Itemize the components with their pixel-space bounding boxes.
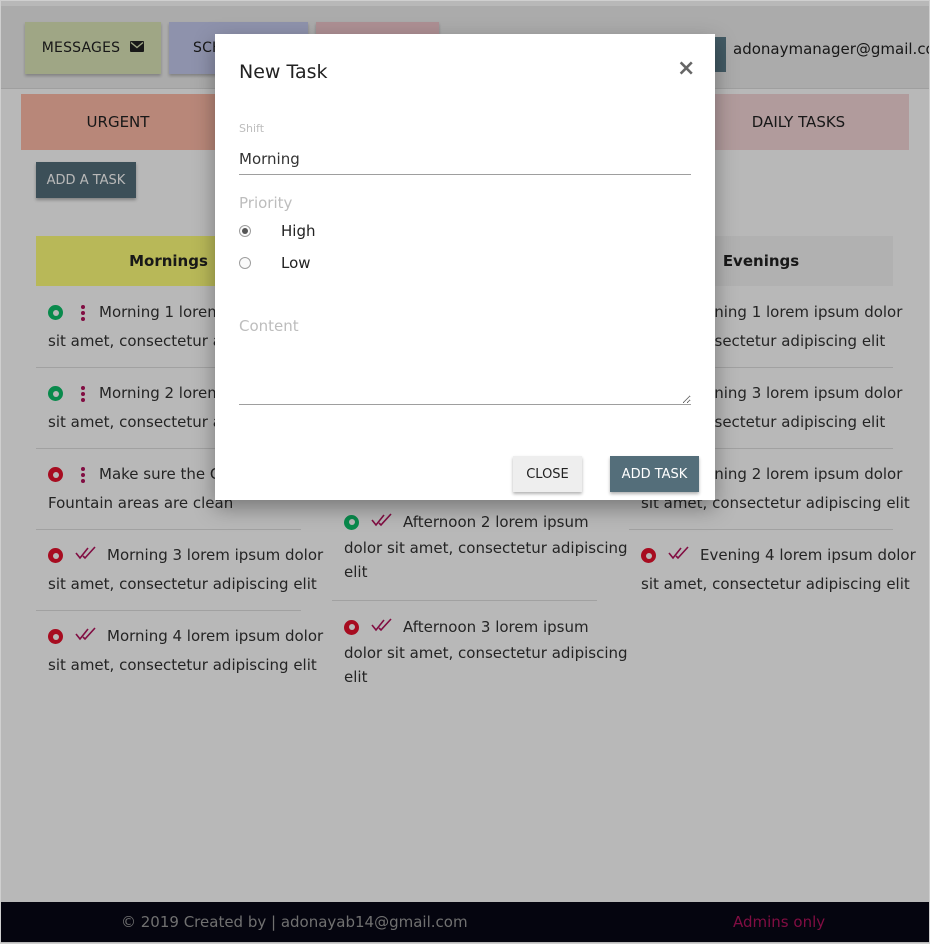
content-label: Content [239,317,299,335]
new-task-modal: New Task × Shift Priority High Low Conte… [215,34,715,500]
close-icon[interactable]: × [677,58,695,80]
shift-label: Shift [239,122,265,135]
shift-input[interactable] [239,144,691,175]
close-button[interactable]: CLOSE [513,456,582,492]
modal-title: New Task [239,61,328,83]
priority-label: Priority [239,194,293,212]
priority-high-radio[interactable] [239,225,251,237]
add-task-button[interactable]: ADD TASK [610,456,699,492]
app-page: MESSAGES SCH adonaymanager@gmail.com URG… [0,0,930,944]
priority-low-label[interactable]: Low [281,254,311,272]
priority-high-label[interactable]: High [281,222,315,240]
priority-low-radio[interactable] [239,257,251,269]
content-textarea[interactable] [239,340,691,405]
